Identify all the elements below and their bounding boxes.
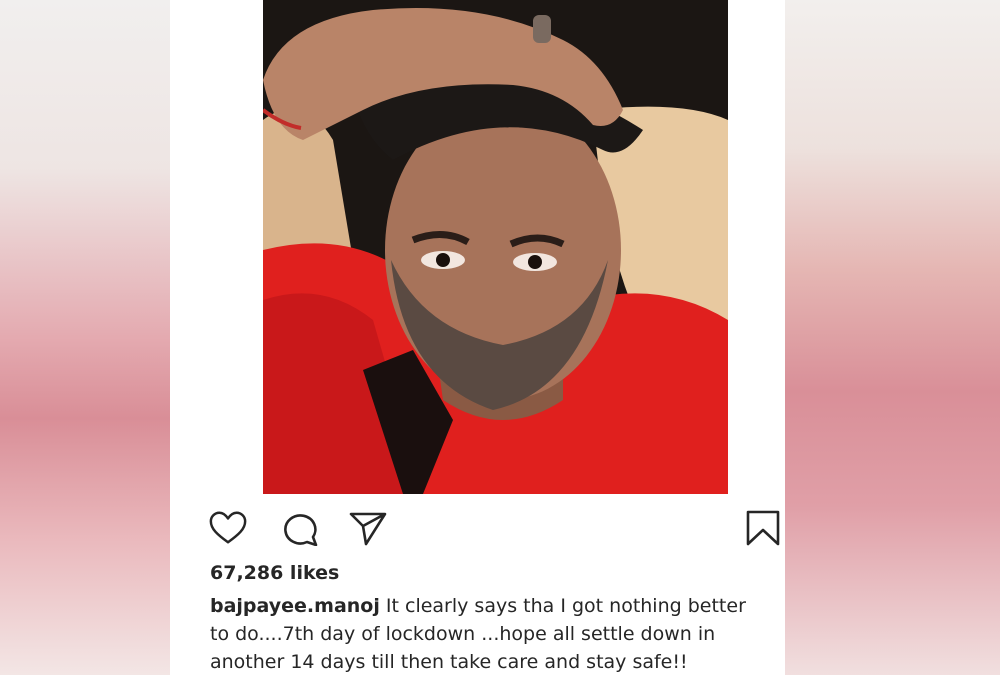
paper-plane-outline-icon — [349, 512, 387, 546]
save-button[interactable] — [743, 510, 783, 546]
post-caption: bajpayee.manoj It clearly says tha I got… — [210, 592, 785, 675]
blurred-background-right — [785, 0, 1000, 675]
like-button[interactable] — [208, 510, 248, 546]
blurred-background-left — [0, 0, 170, 675]
caption-line-1: bajpayee.manoj It clearly says tha I got… — [210, 592, 785, 620]
post-actions-bar — [208, 510, 783, 546]
post-photo[interactable] — [263, 0, 728, 494]
share-button[interactable] — [348, 510, 388, 546]
instagram-post: 67,286 likes bajpayee.manoj It clearly s… — [170, 0, 785, 675]
caption-line-3: another 14 days till then take care and … — [210, 651, 688, 673]
heart-outline-icon — [209, 511, 247, 544]
screenshot-frame: 67,286 likes bajpayee.manoj It clearly s… — [0, 0, 1000, 675]
caption-text-1: It clearly says tha I got nothing better — [385, 595, 746, 617]
caption-line-2: to do....7th day of lockdown ...hope all… — [210, 623, 716, 645]
portrait-illustration — [263, 0, 728, 494]
speech-bubble-outline-icon — [284, 514, 318, 546]
likes-count[interactable]: 67,286 likes — [210, 562, 339, 584]
bookmark-outline-icon — [746, 510, 780, 546]
username-link[interactable]: bajpayee.manoj — [210, 595, 380, 617]
comment-button[interactable] — [280, 510, 320, 546]
